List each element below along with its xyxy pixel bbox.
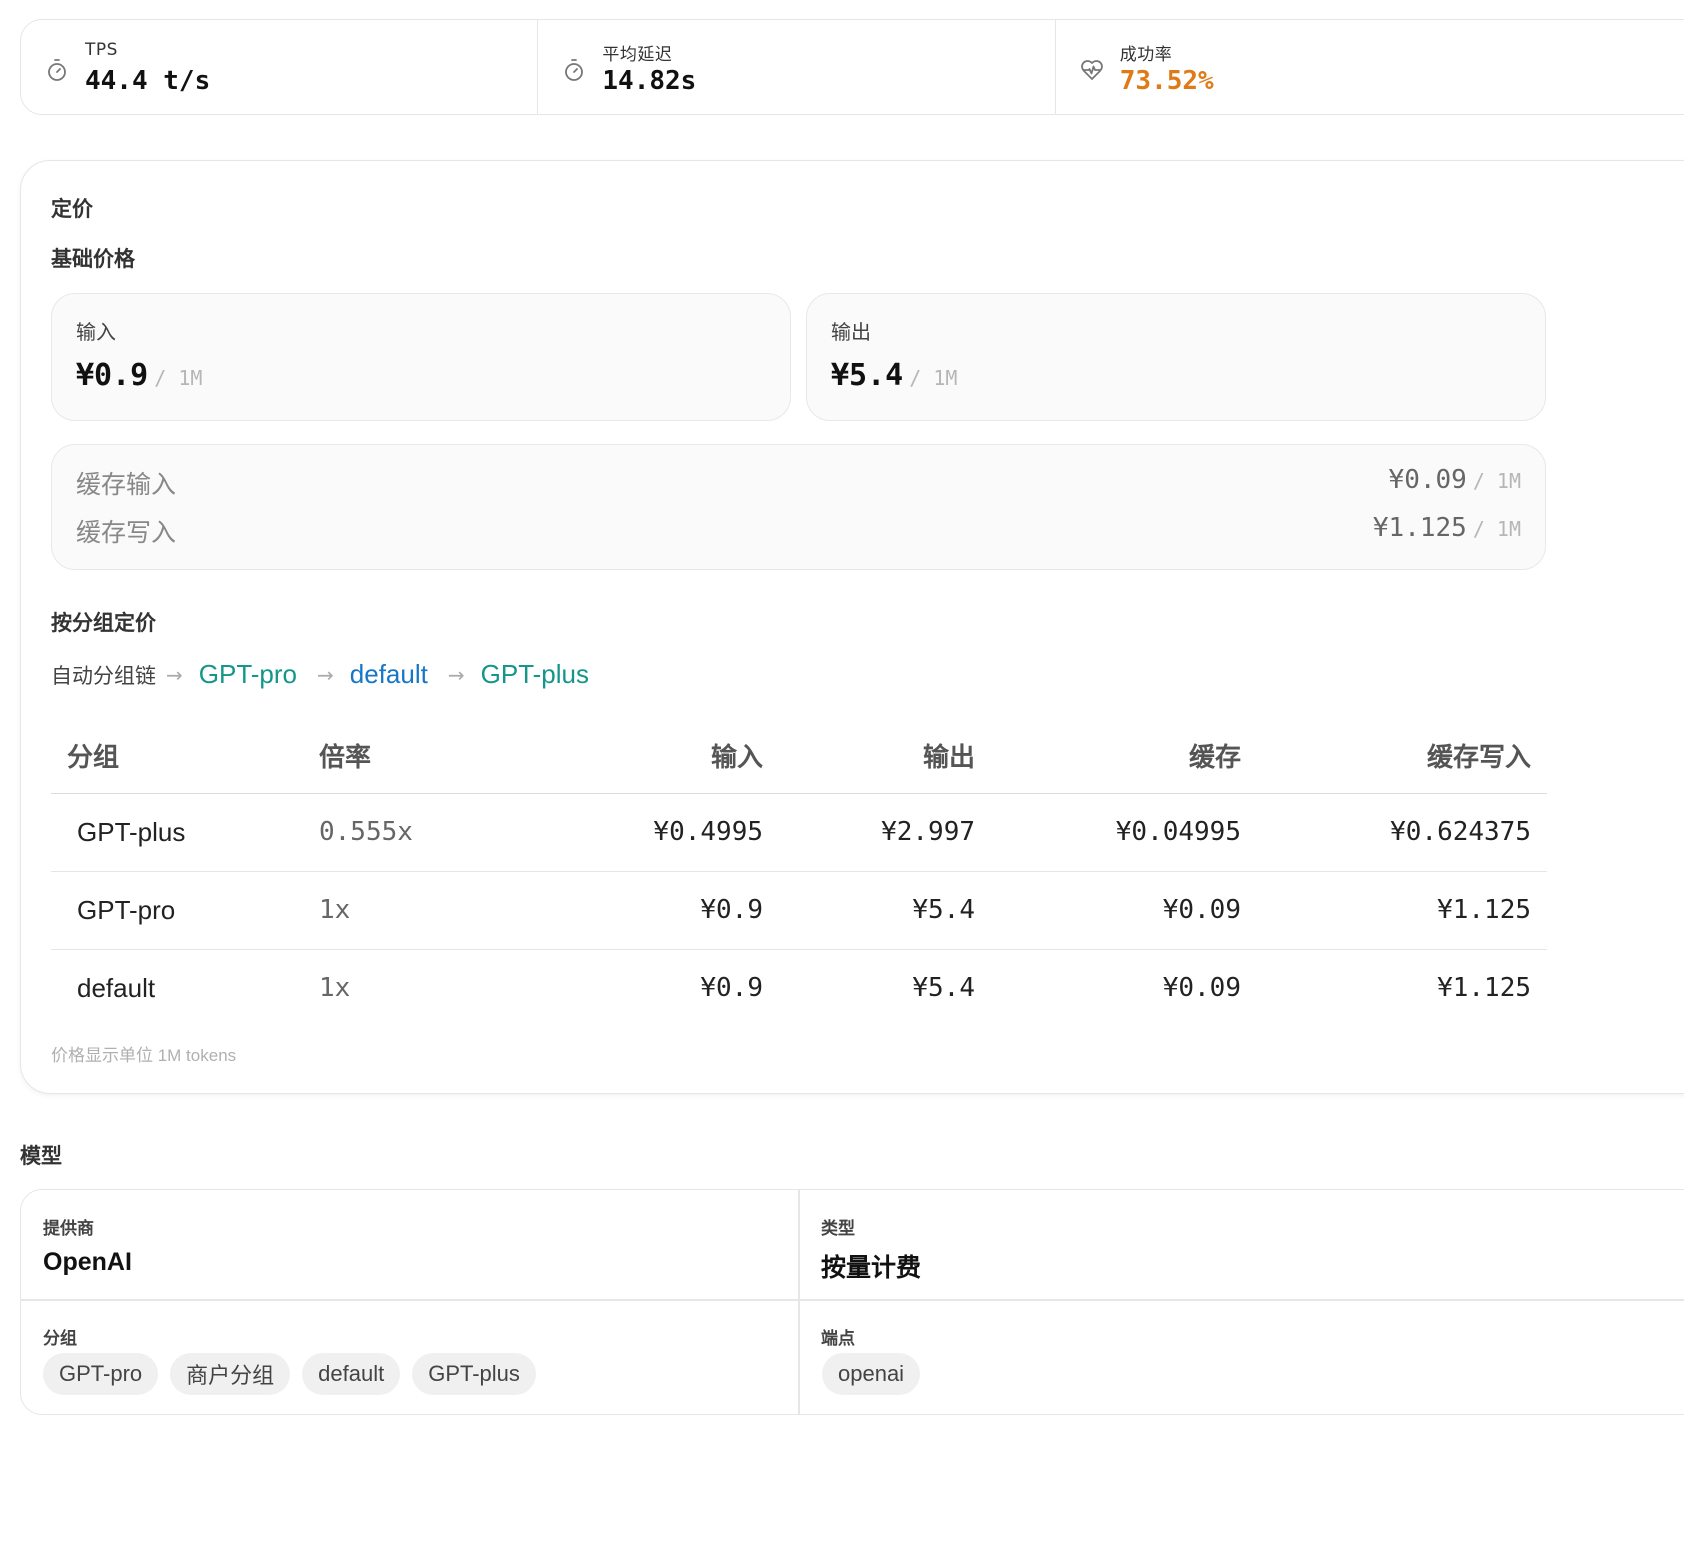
input-price-label: 输入	[76, 320, 116, 344]
col-header-rate: 倍率	[319, 719, 519, 794]
group-name[interactable]: GPT-pro	[51, 871, 319, 950]
auto-group-chain: 自动分组链 → GPT-pro → default → GPT-plus	[51, 659, 589, 690]
chain-group-link[interactable]: default	[350, 659, 428, 690]
stat-value: 73.52%	[1119, 66, 1214, 96]
price-unit-footnote: 价格显示单位 1M tokens	[51, 1046, 237, 1065]
heart-pulse-icon	[1080, 60, 1103, 80]
group-rate: 1x	[319, 973, 351, 1004]
stat-latency: 平均延迟 14.82s	[538, 20, 1056, 114]
group-pricing-title: 按分组定价	[51, 611, 156, 635]
group-output-price: ¥5.4	[779, 871, 991, 950]
group-input-price: ¥0.9	[700, 973, 763, 1004]
table-row: GPT-plus 0.555x ¥0.4995 ¥2.997 ¥0.04995 …	[51, 793, 1547, 872]
group-cache-price: ¥0.09	[991, 871, 1257, 950]
stat-value: 14.82s	[602, 66, 697, 96]
stat-success-rate: 成功率 73.52%	[1056, 20, 1684, 114]
chain-group-link[interactable]: GPT-pro	[199, 659, 297, 690]
arrow-right-icon: →	[317, 662, 334, 687]
group-cache-write-price: ¥1.125	[1257, 871, 1547, 950]
table-row: default 1x ¥0.9 ¥5.4 ¥0.09 ¥1.125	[51, 949, 1547, 1027]
type-value: 按量计费	[821, 1253, 922, 1282]
model-section-title: 模型	[20, 1144, 62, 1168]
group-chip[interactable]: GPT-plus	[412, 1353, 536, 1395]
output-price-box: 输出 ¥5.4/ 1M	[806, 293, 1546, 421]
stat-label: TPS	[85, 40, 118, 60]
stat-label: 平均延迟	[602, 45, 673, 65]
price-unit: / 1M	[1472, 469, 1521, 493]
group-cache-price: ¥0.09	[1162, 973, 1241, 1004]
col-header-input: 输入	[519, 719, 779, 794]
table-row: GPT-pro 1x ¥0.9 ¥5.4 ¥0.09 ¥1.125	[51, 871, 1547, 950]
group-cache-write-price: ¥0.624375	[1257, 793, 1547, 872]
provider-value: OpenAI	[43, 1248, 132, 1276]
stats-bar: TPS 44.4 t/s 平均延迟 14.82s 成功率 73.52%	[20, 19, 1684, 115]
endpoint-chip-list: openai	[822, 1353, 921, 1395]
group-input-price: ¥0.9	[519, 871, 779, 950]
group-chip[interactable]: 商户分组	[170, 1353, 291, 1395]
output-price-label: 输出	[831, 320, 871, 344]
arrow-right-icon: →	[166, 662, 183, 687]
endpoint-chip[interactable]: openai	[822, 1353, 921, 1395]
group-rate: 1x	[319, 871, 519, 950]
endpoint-label: 端点	[821, 1329, 855, 1349]
type-cell: 类型 按量计费	[799, 1190, 1684, 1299]
pricing-title: 定价	[51, 197, 93, 221]
group-output-price: ¥2.997	[779, 793, 991, 872]
stat-label: 成功率	[1119, 45, 1173, 65]
arrow-right-icon: →	[447, 662, 465, 687]
group-output-price: ¥5.4	[912, 973, 975, 1004]
group-chip[interactable]: default	[302, 1353, 401, 1395]
group-input-price: ¥0.4995	[519, 793, 779, 872]
cache-input-value: ¥0.09/ 1M	[1388, 465, 1521, 495]
col-header-cache-write: 缓存写入	[1257, 719, 1547, 794]
price-unit: / 1M	[909, 366, 958, 390]
group-rate: 0.555x	[319, 793, 519, 872]
cache-price-box: 缓存输入 ¥0.09/ 1M 缓存写入 ¥1.125/ 1M	[51, 444, 1546, 570]
provider-label: 提供商	[43, 1219, 94, 1239]
input-price-value: ¥0.9/ 1M	[76, 358, 203, 393]
output-price-value: ¥5.4/ 1M	[831, 358, 958, 393]
cache-input-row: 缓存输入 ¥0.09/ 1M	[76, 461, 1521, 501]
pricing-card: 定价 基础价格 输入 ¥0.9/ 1M 输出 ¥5.4/ 1M 缓存输入 ¥0.…	[20, 160, 1684, 1094]
cache-write-label: 缓存写入	[76, 518, 177, 547]
provider-cell: 提供商 OpenAI	[21, 1190, 798, 1299]
timer-icon	[565, 59, 584, 81]
group-cache-price: ¥0.04995	[991, 793, 1257, 872]
chain-group-link[interactable]: GPT-plus	[481, 659, 589, 690]
price-unit: / 1M	[154, 366, 203, 390]
group-chip-list: GPT-pro 商户分组 default GPT-plus	[43, 1353, 536, 1395]
group-name[interactable]: default	[51, 949, 319, 1027]
chain-label: 自动分组链	[51, 663, 156, 688]
table-header-row: 分组 倍率 输入 输出 缓存 缓存写入	[51, 719, 1547, 794]
col-header-output: 输出	[779, 719, 991, 794]
endpoint-cell: 端点	[799, 1300, 1684, 1414]
timer-icon	[48, 59, 66, 81]
group-cache-write-price: ¥1.125	[1437, 973, 1531, 1004]
col-header-group: 分组	[51, 719, 319, 794]
group-pricing-table: 分组 倍率 输入 输出 缓存 缓存写入 GPT-plus 0.555x ¥0.4…	[51, 719, 1547, 1027]
base-price-title: 基础价格	[51, 247, 135, 271]
price-unit: / 1M	[1472, 517, 1521, 541]
stat-value: 44.4 t/s	[85, 66, 211, 96]
group-chip[interactable]: GPT-pro	[43, 1353, 159, 1395]
groups-label: 分组	[43, 1329, 77, 1349]
input-price-box: 输入 ¥0.9/ 1M	[51, 293, 791, 421]
col-header-cache: 缓存	[991, 719, 1257, 794]
stat-tps: TPS 44.4 t/s	[21, 20, 539, 114]
cache-input-label: 缓存输入	[76, 470, 177, 499]
cache-write-row: 缓存写入 ¥1.125/ 1M	[76, 509, 1521, 549]
group-name[interactable]: GPT-plus	[51, 793, 319, 872]
model-info-card: 提供商 OpenAI 类型 按量计费 分组 GPT-pro 商户分组 defau…	[20, 1189, 1684, 1415]
type-label: 类型	[821, 1219, 855, 1239]
cache-write-value: ¥1.125/ 1M	[1372, 513, 1521, 543]
